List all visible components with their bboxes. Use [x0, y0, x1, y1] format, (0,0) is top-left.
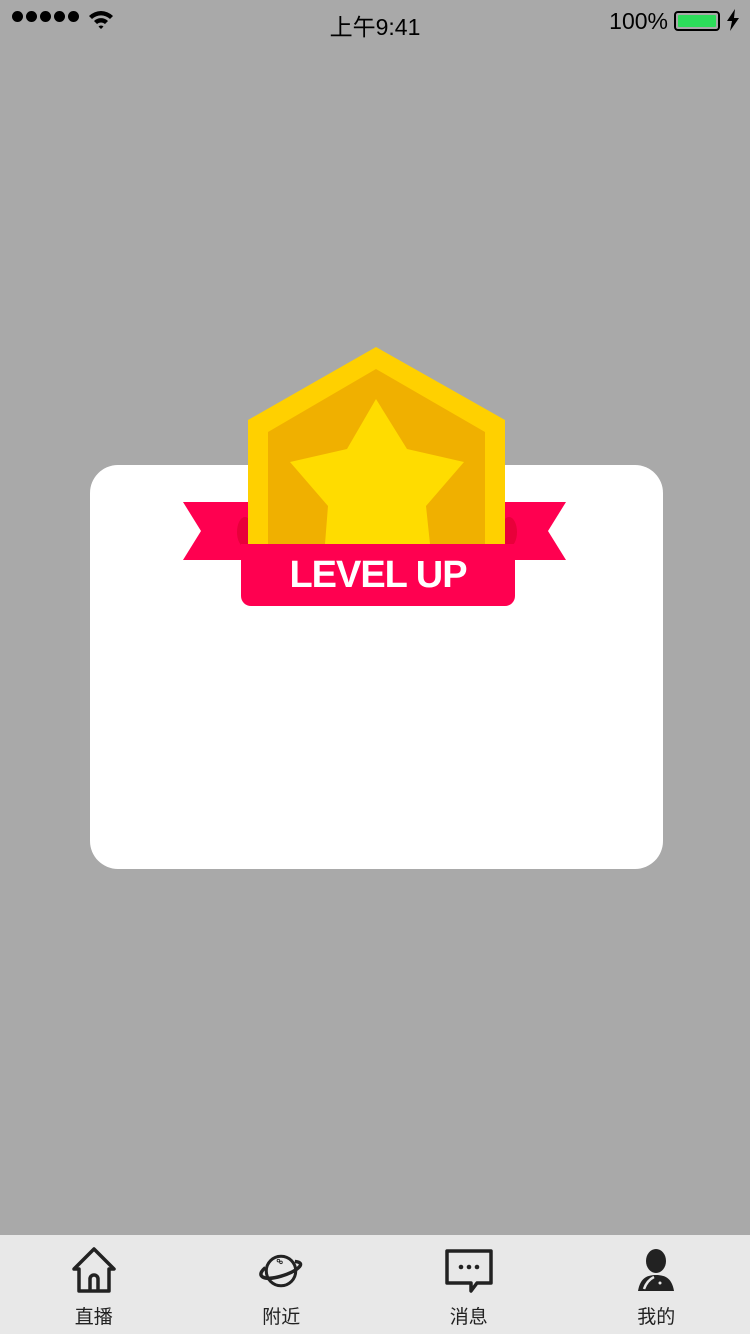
user-icon	[638, 1249, 675, 1291]
home-icon	[72, 1247, 116, 1293]
tab-bar: 直播 附近 消息 我的	[0, 1235, 750, 1334]
level-up-label: LEVEL UP	[289, 554, 467, 596]
tab-label: 消息	[449, 1307, 488, 1328]
tab-label: 直播	[74, 1307, 113, 1328]
status-bar: 上午9:41 100%	[0, 0, 750, 40]
message-icon	[445, 1249, 493, 1293]
charging-icon	[727, 9, 739, 31]
tab-nearby[interactable]: 附近	[188, 1235, 376, 1334]
tab-label: 附近	[262, 1307, 301, 1328]
tab-label: 我的	[637, 1307, 676, 1328]
battery-icon	[674, 11, 720, 31]
tab-live[interactable]: 直播	[0, 1235, 188, 1334]
battery-percent: 100%	[609, 8, 668, 34]
planet-icon	[259, 1254, 303, 1288]
tab-messages[interactable]: 消息	[375, 1235, 563, 1334]
tab-me[interactable]: 我的	[563, 1235, 750, 1334]
